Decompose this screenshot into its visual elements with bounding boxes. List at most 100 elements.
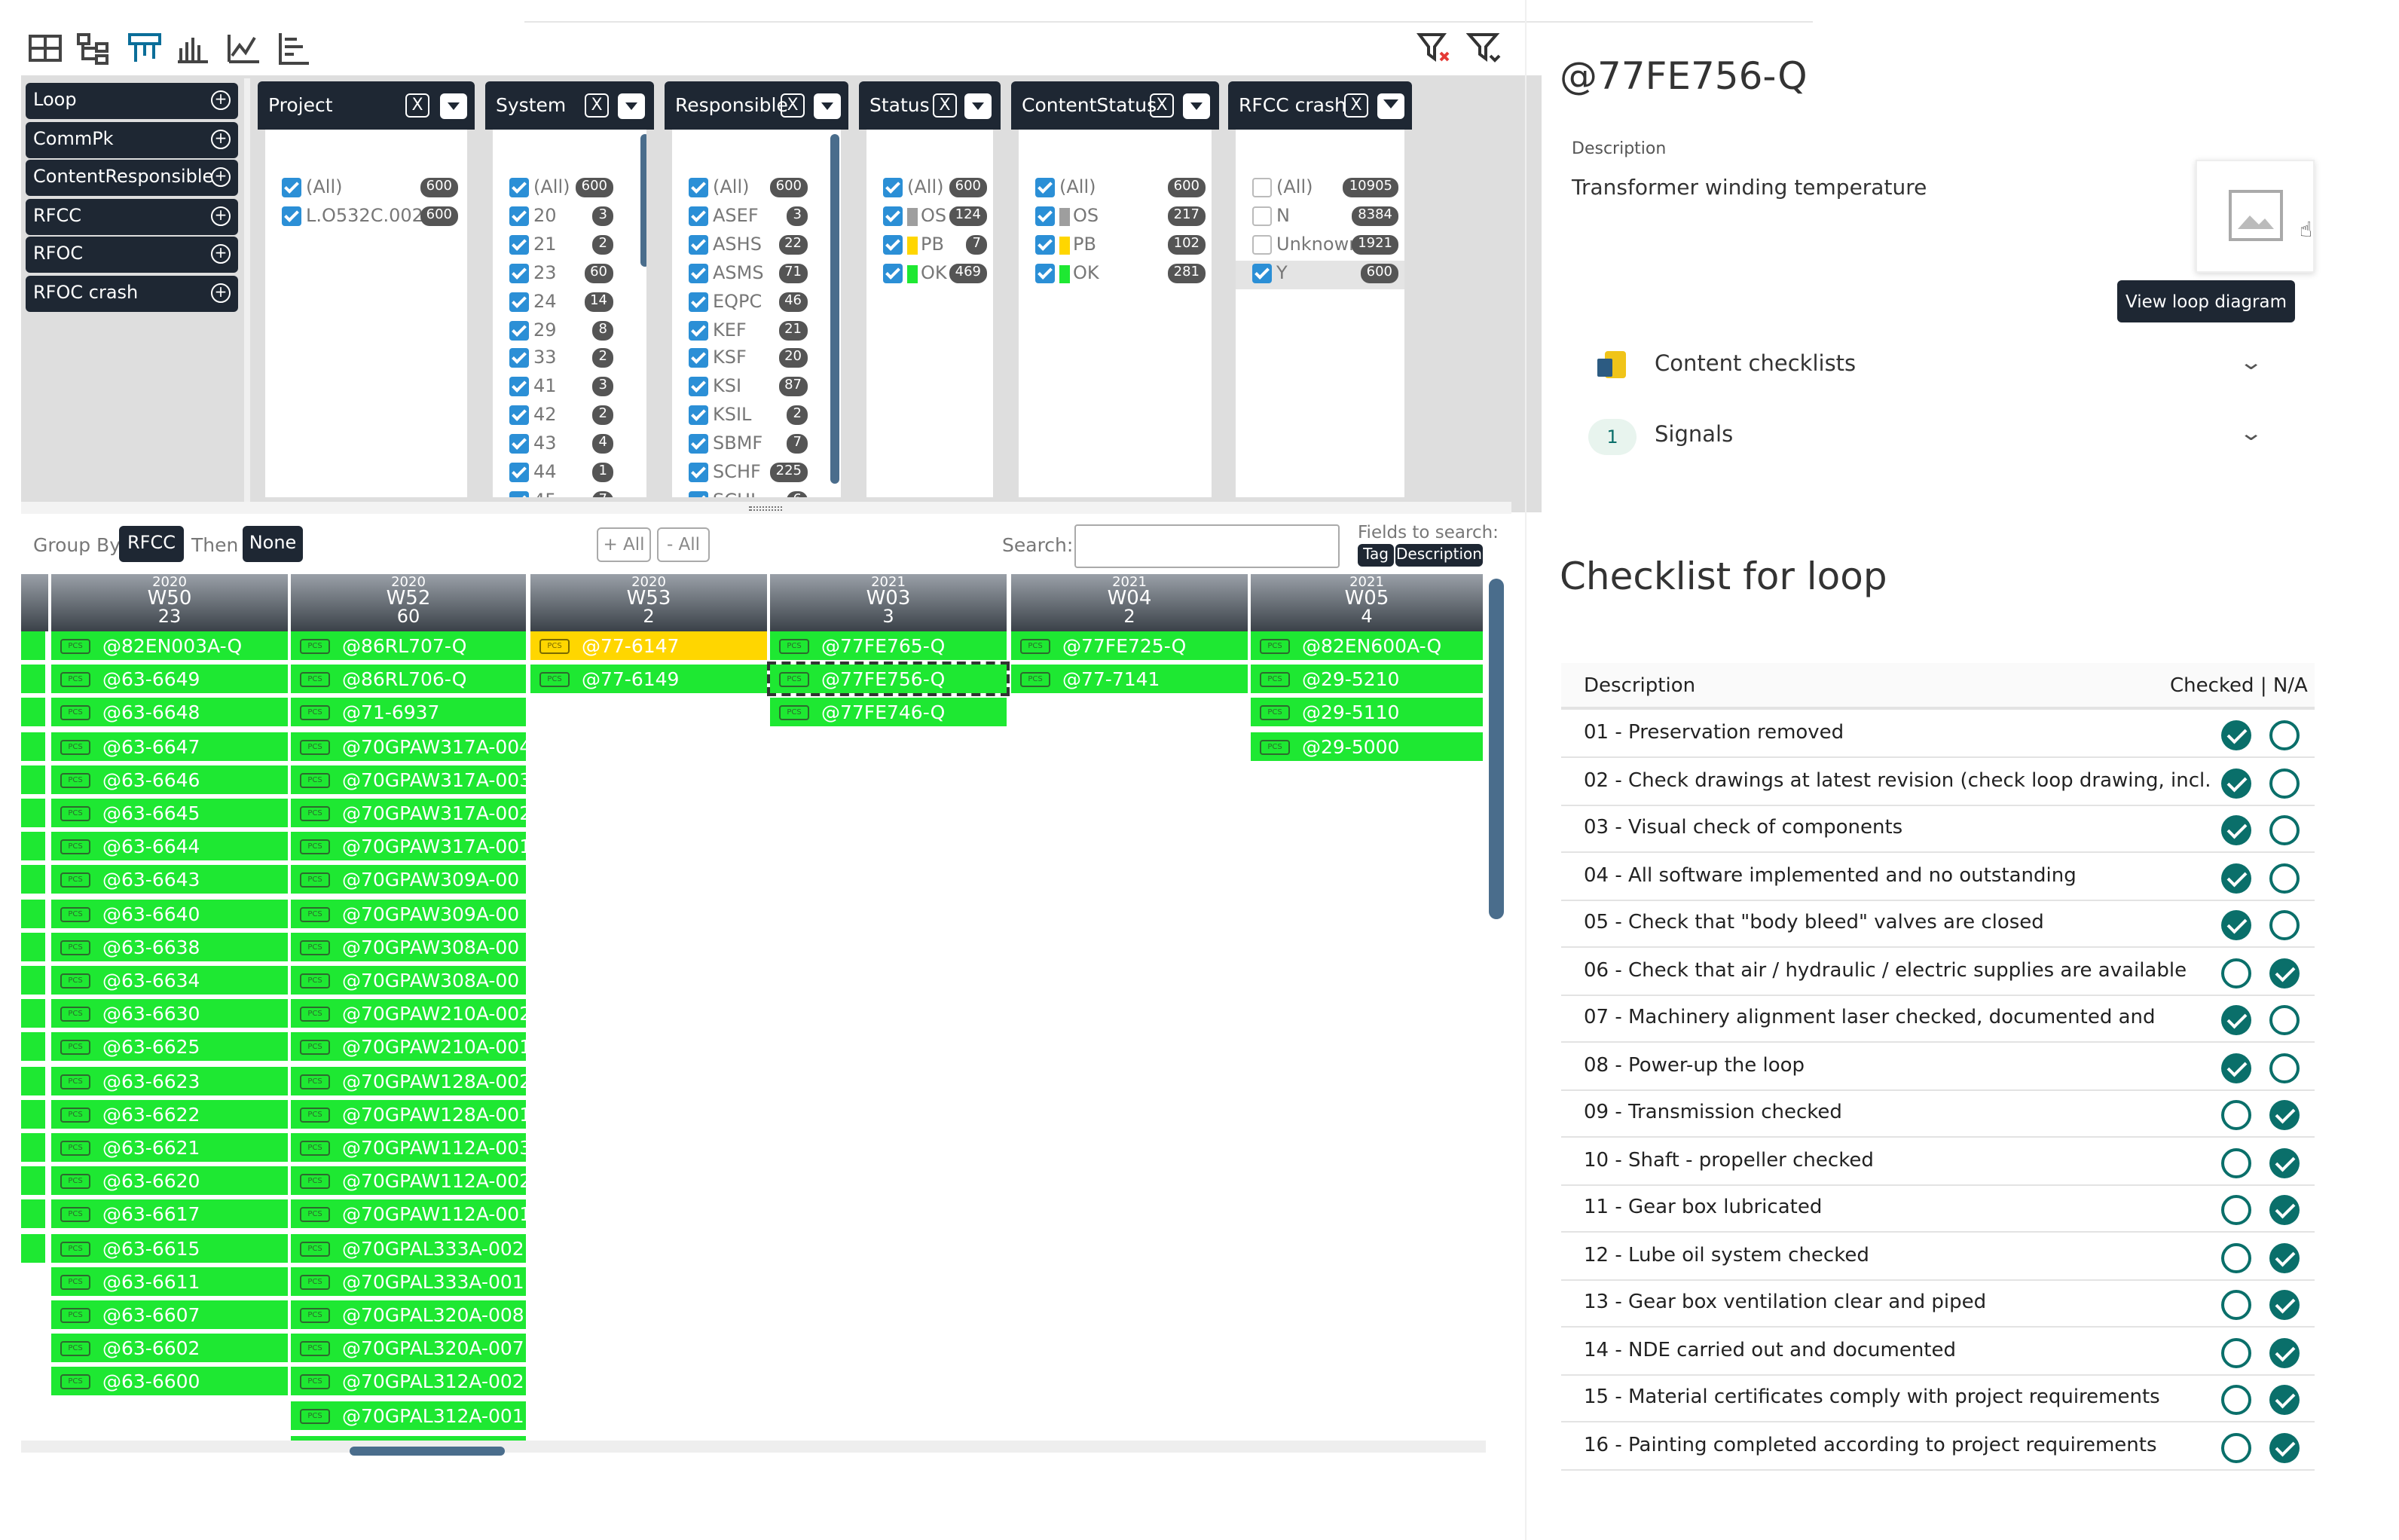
na-radio[interactable] (2269, 1242, 2300, 1273)
expand-icon[interactable]: + (211, 129, 231, 149)
loop-card[interactable]: PCS @70GPAL320A-008 (291, 1300, 526, 1329)
loop-card[interactable]: PCS @82EN003A-Q (51, 631, 288, 660)
checked-radio[interactable] (2221, 958, 2251, 988)
na-radio[interactable] (2269, 1290, 2300, 1320)
loop-card[interactable]: PCS @70GPAW210A-001 (291, 1032, 526, 1062)
loop-card[interactable]: PCS @77FE765-Q (770, 631, 1007, 660)
loop-card[interactable]: PCS @70GPAW112A-002 (291, 1166, 526, 1196)
filter-item[interactable]: 24 14 (493, 289, 646, 317)
chevron-down-icon[interactable]: ⌄ (2239, 351, 2263, 375)
checkbox[interactable] (509, 292, 529, 312)
remove-filter-button[interactable]: X (1344, 93, 1368, 118)
loop-card[interactable]: PCS @29-5000 (1251, 732, 1483, 761)
filter-item[interactable]: Unknown 1921 (1236, 232, 1404, 261)
loop-card[interactable]: PCS @70GPAW210A-002 (291, 999, 526, 1028)
remove-filter-button[interactable]: X (405, 93, 429, 118)
checkbox[interactable] (509, 234, 529, 255)
checked-radio[interactable] (2221, 1147, 2251, 1178)
checkbox[interactable] (509, 348, 529, 368)
filter-item[interactable]: (All) 10905 (1236, 175, 1404, 203)
filter-item[interactable]: 23 60 (493, 260, 646, 289)
gantt-icon[interactable] (276, 30, 312, 66)
checkbox[interactable] (509, 434, 529, 454)
filter-item[interactable]: KSIL 2 (672, 402, 841, 431)
filter-item[interactable]: SCHL 6 (672, 488, 841, 497)
loop-card[interactable]: PCS @70GPAL333A-001 (291, 1267, 526, 1296)
loop-card[interactable]: PCS @77FE725-Q (1011, 631, 1248, 660)
filter-item[interactable]: KSF 20 (672, 346, 841, 374)
checkbox[interactable] (883, 234, 903, 255)
checkbox[interactable] (282, 206, 301, 226)
filter-item[interactable]: PB 7 (866, 232, 993, 261)
filter-item[interactable]: 33 2 (493, 346, 646, 374)
checkbox[interactable] (509, 263, 529, 283)
grid-icon[interactable] (27, 30, 63, 66)
filter-scrollbar[interactable] (640, 134, 646, 267)
checkbox[interactable] (1035, 178, 1055, 197)
remove-filter-button[interactable]: X (933, 93, 957, 118)
filter-item[interactable]: SCHF 225 (672, 460, 841, 488)
checkbox[interactable] (1035, 206, 1055, 226)
expand-all-button[interactable]: + All (597, 527, 651, 562)
loop-card[interactable]: PCS @63-6607 (51, 1300, 288, 1329)
filter-item[interactable]: (All) 600 (265, 175, 467, 203)
row-field-rfoc[interactable]: RFOC + (26, 237, 238, 273)
loop-card[interactable]: PCS @86RL706-Q (291, 665, 526, 694)
na-radio[interactable] (2269, 1337, 2300, 1367)
loop-card[interactable]: PCS @63-6625 (51, 1032, 288, 1062)
loop-card[interactable]: PCS @63-6602 (51, 1334, 288, 1363)
checkbox[interactable] (689, 490, 708, 497)
filter-item[interactable]: 45 7 (493, 488, 646, 497)
loop-card[interactable]: PCS @70GPAW128A-002 (291, 1066, 526, 1095)
filter-item[interactable]: OS 217 (1019, 203, 1212, 232)
loop-card[interactable]: PCS @63-6634 (51, 966, 288, 995)
checkbox[interactable] (509, 320, 529, 340)
filter-item[interactable]: OK 469 (866, 260, 993, 289)
filter-table-icon[interactable] (127, 30, 163, 66)
filter-item[interactable]: (All) 600 (866, 175, 993, 203)
splitter-handle-icon[interactable] (749, 506, 782, 511)
checkbox[interactable] (689, 263, 708, 283)
loop-card[interactable]: PCS @77-7141 (1011, 665, 1248, 694)
loop-card[interactable]: PCS @63-6617 (51, 1199, 288, 1229)
checkbox[interactable] (689, 405, 708, 426)
checkbox[interactable] (689, 434, 708, 454)
checkbox[interactable] (1252, 206, 1272, 226)
loop-card[interactable]: PCS @70GPAL320A-007 (291, 1334, 526, 1363)
checked-radio[interactable] (2221, 1005, 2251, 1035)
loop-card[interactable]: PCS @86RL707-Q (291, 631, 526, 660)
checkbox[interactable] (689, 206, 708, 226)
loop-card[interactable]: PCS @63-6648 (51, 698, 288, 727)
filter-item[interactable]: 43 4 (493, 431, 646, 460)
clear-filter-icon[interactable] (1416, 30, 1453, 66)
loop-card[interactable]: PCS @77FE746-Q (770, 698, 1007, 727)
vertical-scrollbar[interactable] (1489, 579, 1504, 919)
na-radio[interactable] (2269, 1385, 2300, 1415)
loop-card[interactable]: PCS @70GPAW309A-00 (291, 865, 526, 894)
checked-radio[interactable] (2221, 720, 2251, 750)
checked-radio[interactable] (2221, 910, 2251, 940)
loop-card[interactable]: PCS @70GPAW317A-003 (291, 765, 526, 794)
group-header[interactable]: 2021 W03 3 (770, 574, 1007, 631)
loop-card[interactable]: PCS @63-6640 (51, 899, 288, 928)
checkbox[interactable] (689, 320, 708, 340)
checkbox[interactable] (689, 234, 708, 255)
checked-radio[interactable] (2221, 1195, 2251, 1225)
row-field-loop[interactable]: Loop + (26, 83, 238, 119)
filter-header[interactable]: System X (485, 81, 654, 130)
checked-radio[interactable] (2221, 815, 2251, 845)
filter-header[interactable]: RFCC crash X (1228, 81, 1412, 130)
expand-icon[interactable]: + (211, 206, 231, 226)
na-radio[interactable] (2269, 1005, 2300, 1035)
filter-item[interactable]: PB 102 (1019, 232, 1212, 261)
expand-icon[interactable]: + (211, 167, 231, 188)
group-header[interactable]: 2021 W04 2 (1011, 574, 1248, 631)
checkbox[interactable] (509, 178, 529, 197)
loop-card[interactable]: PCS @70GPAW317A-001 (291, 832, 526, 861)
row-field-rfcc[interactable]: RFCC + (26, 198, 238, 235)
filter-item[interactable]: KEF 21 (672, 317, 841, 346)
loop-card[interactable]: PCS @63-6638 (51, 932, 288, 961)
na-radio[interactable] (2269, 958, 2300, 988)
loop-card[interactable]: PCS @70GPAW309A-00 (291, 899, 526, 928)
loop-card[interactable]: PCS @63-6647 (51, 732, 288, 761)
